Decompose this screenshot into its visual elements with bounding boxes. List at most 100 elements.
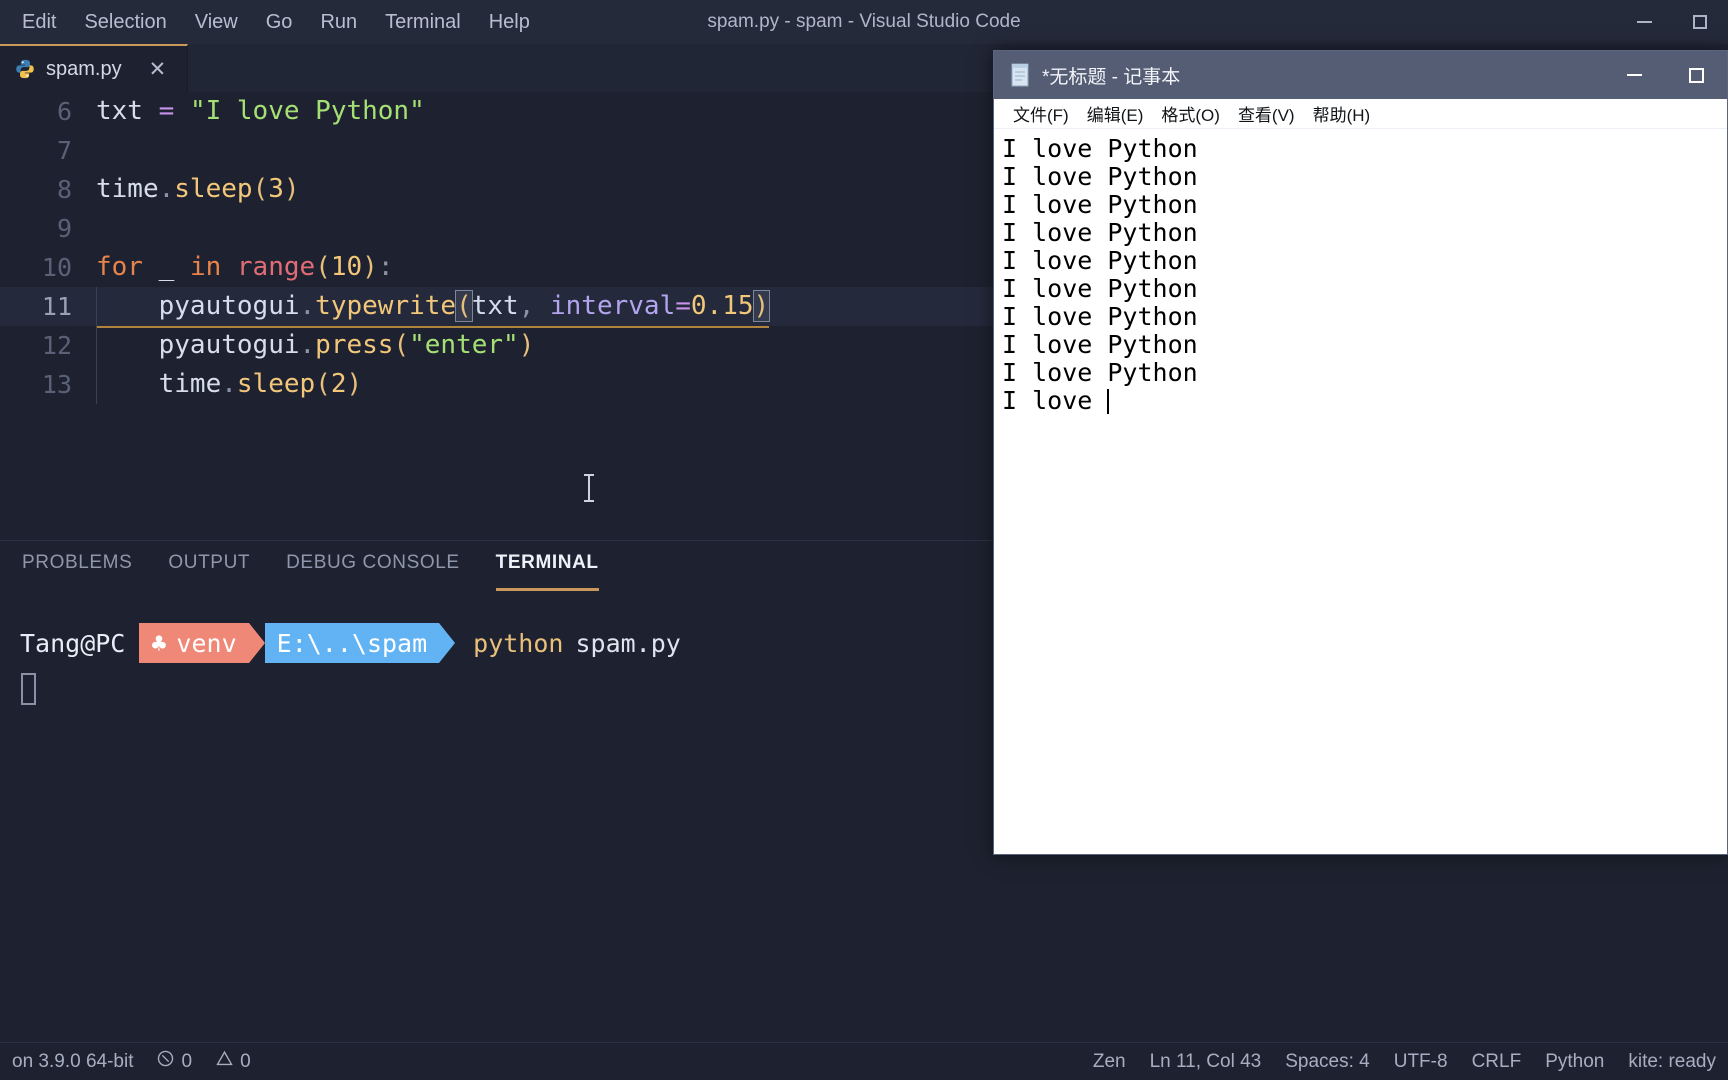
code-token: ): [752, 290, 771, 322]
notepad-minimize-button[interactable]: [1603, 51, 1665, 99]
close-icon[interactable]: ✕: [144, 57, 172, 82]
notepad-textarea[interactable]: I love Python I love Python I love Python I…: [994, 129, 1727, 854]
prompt-user-host: Tang@PC: [20, 628, 126, 658]
code-token: (: [315, 369, 331, 399]
panel-tab-output[interactable]: OUTPUT: [150, 541, 268, 595]
statusbar-item[interactable]: 0: [204, 1050, 263, 1073]
code-token: "I love Python": [189, 96, 425, 126]
notepad-text-line: I love Python: [1002, 358, 1198, 387]
code-token: .: [158, 174, 175, 204]
statusbar-item-label: kite: ready: [1628, 1050, 1716, 1072]
notepad-current-line-text: I love: [1002, 386, 1108, 415]
statusbar-right: Zen Ln 11, Col 43 Spaces: 4 UTF-8 CRLF Python…: [1081, 1051, 1728, 1073]
code-token: =: [675, 291, 691, 321]
code-token: =: [158, 96, 175, 126]
line-number: 12: [41, 331, 72, 360]
menu-item-selection[interactable]: Selection: [70, 0, 180, 44]
code-token: .: [299, 330, 316, 360]
notepad-window[interactable]: *无标题 - 记事本 文件(F) 编辑(E) 格式(O) 查看(V) 帮助(H) I l…: [993, 50, 1728, 855]
panel-tab-problems[interactable]: PROBLEMS: [4, 541, 150, 595]
notepad-menu-item-1[interactable]: 编辑(E): [1078, 101, 1153, 126]
notepad-text-line: I love Python: [1002, 134, 1198, 163]
notepad-menu-item-2[interactable]: 格式(O): [1152, 101, 1229, 126]
notepad-text-line: I love Python: [1002, 218, 1198, 247]
notepad-menu-item-4[interactable]: 帮助(H): [1304, 101, 1380, 126]
maximize-button[interactable]: [1672, 0, 1728, 44]
code-token: 2: [330, 369, 347, 399]
panel-tab-debug-console[interactable]: DEBUG CONSOLE: [268, 541, 478, 595]
menubar: Edit Selection View Go Run Terminal Help: [8, 0, 544, 44]
editor-tab-spam-py[interactable]: spam.py ✕: [0, 44, 189, 92]
code-token: .: [299, 291, 316, 321]
statusbar-item[interactable]: Python: [1533, 1051, 1616, 1073]
code-token: _: [158, 252, 175, 282]
prompt-arrow-path-icon: [439, 623, 456, 663]
minimize-icon: [1636, 21, 1652, 23]
statusbar-item[interactable]: UTF-8: [1382, 1051, 1460, 1073]
prompt-arrow-venv-icon: [248, 623, 265, 663]
notepad-current-line: I love: [1002, 387, 1727, 415]
titlebar: Edit Selection View Go Run Terminal Help spam.…: [0, 0, 1728, 44]
code-token: time: [158, 369, 222, 399]
statusbar-item-label: on 3.9.0 64-bit: [12, 1050, 134, 1072]
maximize-icon: [1688, 67, 1704, 83]
line-number: 8: [56, 175, 72, 204]
statusbar-item-label: Zen: [1092, 1050, 1126, 1072]
statusbar-item-label: Python: [1545, 1050, 1605, 1072]
screen: Edit Selection View Go Run Terminal Help spam.…: [0, 0, 1728, 1080]
code-token: pyautogui: [158, 291, 300, 321]
error-icon: [157, 1050, 174, 1073]
code-token: for: [96, 252, 143, 282]
menu-item-terminal[interactable]: Terminal: [371, 0, 475, 44]
code-token: :: [377, 252, 394, 282]
notepad-titlebar: *无标题 - 记事本: [994, 51, 1727, 99]
notepad-text-line: I love Python: [1002, 274, 1198, 303]
code-token: "enter": [409, 330, 519, 360]
panel-tab-terminal[interactable]: TERMINAL: [478, 541, 617, 595]
statusbar-item[interactable]: Zen: [1081, 1051, 1138, 1073]
code-token: in: [189, 252, 222, 282]
code-token: interval: [550, 291, 676, 321]
notepad-caret: [1107, 389, 1110, 414]
menu-item-run[interactable]: Run: [306, 0, 371, 44]
statusbar: on 3.9.0 64-bit 0 0 Zen Ln 11, Col 43 Spaces…: [0, 1042, 1728, 1080]
notepad-text-line: I love Python: [1002, 302, 1198, 331]
statusbar-item[interactable]: Ln 11, Col 43: [1138, 1051, 1274, 1073]
statusbar-item[interactable]: on 3.9.0 64-bit: [0, 1051, 145, 1073]
notepad-menu-item-0[interactable]: 文件(F): [1004, 101, 1078, 126]
statusbar-item[interactable]: 0: [145, 1050, 204, 1073]
notepad-menu-item-3[interactable]: 查看(V): [1229, 101, 1304, 126]
code-line-text: txt = "I love Python": [96, 92, 425, 131]
menu-item-edit[interactable]: Edit: [8, 0, 70, 44]
notepad-icon: [1008, 62, 1032, 88]
notepad-window-controls: [1603, 51, 1727, 99]
notepad-menubar: 文件(F) 编辑(E) 格式(O) 查看(V) 帮助(H): [994, 99, 1727, 129]
code-token: ): [518, 330, 535, 360]
code-token: 3: [268, 174, 284, 204]
statusbar-item[interactable]: kite: ready: [1616, 1051, 1728, 1073]
notepad-maximize-button[interactable]: [1665, 51, 1727, 99]
menu-item-go[interactable]: Go: [252, 0, 307, 44]
code-token: press: [315, 330, 394, 360]
code-line-text: pyautogui.press("enter"): [96, 326, 535, 365]
statusbar-item[interactable]: Spaces: 4: [1273, 1051, 1382, 1073]
statusbar-item[interactable]: CRLF: [1460, 1051, 1534, 1073]
menu-item-view[interactable]: View: [181, 0, 252, 44]
code-token: (: [455, 290, 473, 322]
python-file-icon: [14, 58, 36, 80]
code-token: 10: [330, 252, 363, 282]
code-token: (: [315, 252, 331, 282]
code-token: (: [393, 330, 410, 360]
menu-item-help[interactable]: Help: [475, 0, 544, 44]
text-cursor-icon: [584, 474, 594, 502]
statusbar-item-label: UTF-8: [1393, 1050, 1448, 1072]
line-number: 10: [41, 253, 72, 282]
statusbar-item-label: CRLF: [1471, 1050, 1522, 1072]
minimize-button[interactable]: [1616, 0, 1672, 44]
prompt-path-segment: E:\..\spam: [264, 623, 440, 663]
code-token: ): [346, 369, 363, 399]
code-line-text: pyautogui.typewrite(txt, interval=0.15): [96, 287, 771, 328]
